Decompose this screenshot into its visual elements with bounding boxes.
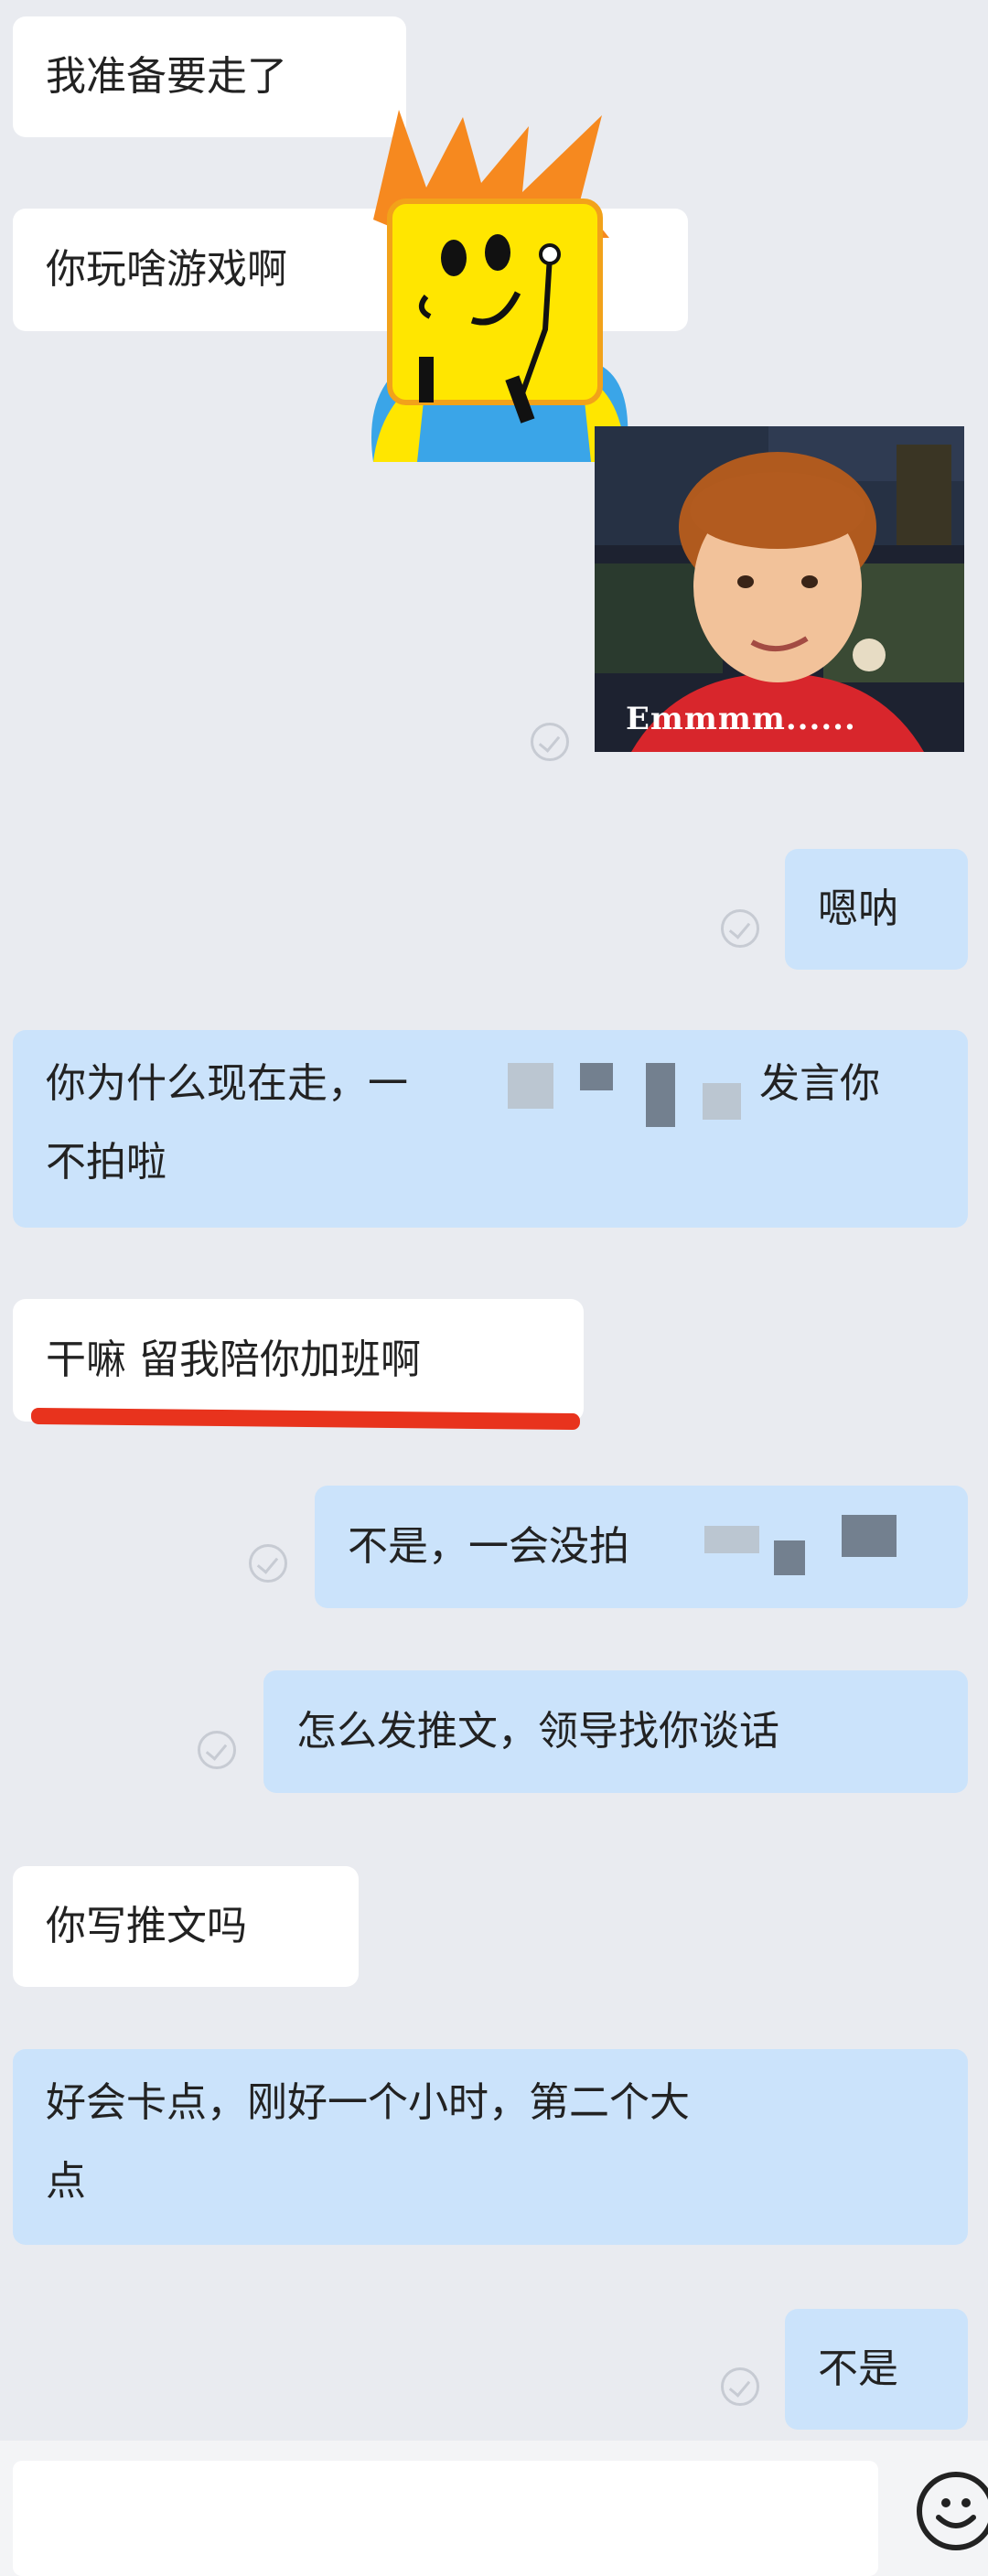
incoming-message[interactable]: 我准备要走了 (13, 16, 406, 137)
message-text: 你为什么现在走，一 (46, 1060, 408, 1107)
incoming-message[interactable]: 你写推文吗 (13, 1866, 359, 1987)
message-text: 发言你 (759, 1060, 880, 1107)
blurred-censor (703, 1083, 741, 1120)
cartoon-sticker-icon (371, 110, 628, 462)
message-text: 嗯呐 (818, 886, 898, 932)
blurred-censor (580, 1063, 613, 1090)
message-text: 怎么发推文，领导找你谈话 (296, 1708, 779, 1755)
outgoing-message[interactable]: 好会卡点，刚好一个小时，第二个大 点 (13, 2049, 968, 2245)
message-text: 不是，一会没拍 (348, 1523, 629, 1570)
blurred-censor (704, 1526, 759, 1553)
image-message[interactable]: Emmmm...... (595, 426, 964, 752)
blurred-censor (774, 1540, 805, 1575)
photo-caption: Emmmm...... (626, 701, 856, 737)
message-text: 你玩啥游戏啊 (46, 246, 287, 293)
blurred-censor (646, 1063, 675, 1127)
read-check-icon (721, 909, 759, 948)
message-text: 我准备要走了 (46, 53, 287, 100)
outgoing-message[interactable]: 怎么发推文，领导找你谈话 (263, 1670, 968, 1793)
emoji-smile-glyph (936, 2498, 976, 2528)
outgoing-message[interactable]: 嗯呐 (785, 849, 968, 970)
message-text: 点 (46, 2158, 86, 2205)
outgoing-message[interactable]: 不是 (785, 2309, 968, 2430)
read-check-icon (721, 2367, 759, 2406)
read-check-icon (531, 723, 569, 761)
incoming-message[interactable]: 干嘛 留我陪你加班啊 (13, 1299, 584, 1422)
message-text: 好会卡点，刚好一个小时，第二个大 (46, 2079, 690, 2126)
input-bar (0, 2441, 988, 2576)
message-text: 你写推文吗 (46, 1903, 247, 1949)
message-text: 干嘛 留我陪你加班啊 (46, 1336, 421, 1383)
message-text: 不拍啦 (46, 1139, 166, 1186)
message-text: 不是 (818, 2345, 898, 2392)
read-check-icon (198, 1731, 236, 1769)
blurred-censor (842, 1515, 897, 1557)
message-input[interactable] (13, 2461, 878, 2576)
read-check-icon (249, 1544, 287, 1583)
blurred-censor (508, 1063, 553, 1109)
outgoing-message[interactable]: 你为什么现在走，一 发言你 不拍啦 (13, 1030, 968, 1228)
emoji-smile-icon[interactable] (917, 2472, 988, 2550)
